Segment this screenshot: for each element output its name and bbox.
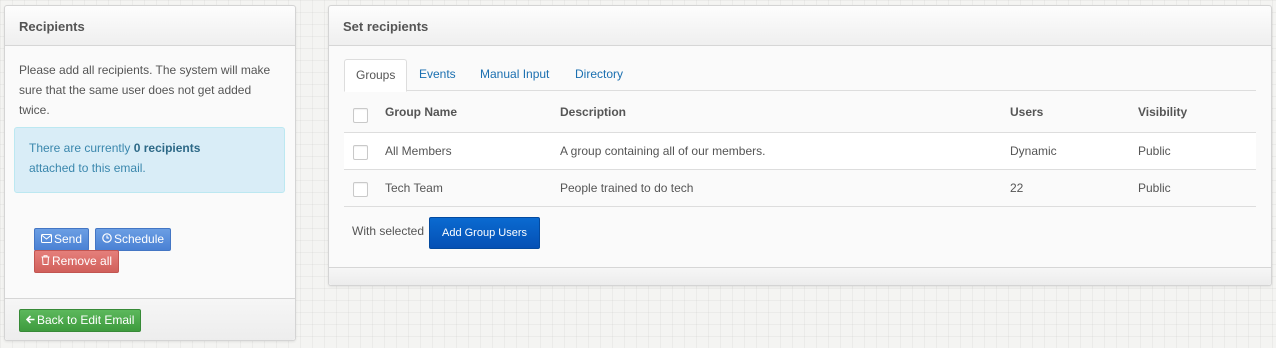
groups-table: Group Name Description Users Visibility … [344, 91, 1256, 207]
back-label: Back to Edit Email [37, 313, 135, 327]
table-row[interactable]: Tech Team People trained to do tech 22 P… [344, 170, 1256, 207]
tab-events[interactable]: Events [408, 59, 467, 91]
trash-icon [41, 253, 50, 271]
group-visibility: Public [1138, 181, 1171, 195]
clock-icon [102, 231, 112, 249]
arrow-left-icon [25, 312, 35, 330]
group-users: Dynamic [1010, 144, 1057, 158]
status-prefix: There are currently [29, 141, 134, 155]
schedule-label: Schedule [114, 232, 165, 246]
group-description: A group containing all of our members. [560, 144, 766, 158]
recipients-instructions: Please add all recipients. The system wi… [19, 63, 271, 117]
group-users: 22 [1010, 181, 1024, 195]
set-recipients-title: Set recipients [329, 6, 1271, 46]
header-visibility[interactable]: Visibility [1138, 91, 1187, 133]
send-label: Send [54, 232, 83, 246]
send-button[interactable]: Send [34, 228, 90, 251]
select-all-checkbox[interactable] [353, 108, 368, 123]
recipients-status-alert: There are currently 0 recipients attache… [14, 127, 285, 193]
table-header-row: Group Name Description Users Visibility [344, 91, 1256, 133]
remove-all-button[interactable]: Remove all [34, 250, 120, 273]
tab-directory[interactable]: Directory [564, 59, 634, 91]
set-recipients-panel: Set recipients Groups Events Manual Inpu… [328, 5, 1272, 286]
header-description[interactable]: Description [560, 91, 626, 133]
recipients-panel-footer: Back to Edit Email [5, 298, 295, 340]
remove-all-label: Remove all [52, 254, 113, 268]
status-suffix: attached to this email. [29, 161, 146, 175]
tab-groups[interactable]: Groups [344, 59, 408, 92]
row-checkbox[interactable] [353, 145, 368, 160]
envelope-icon [41, 231, 52, 249]
set-recipients-footer [329, 267, 1271, 285]
back-to-edit-email-button[interactable]: Back to Edit Email [19, 309, 142, 332]
recipient-count: 0 recipients [133, 141, 201, 155]
add-group-users-button[interactable]: Add Group Users [429, 217, 540, 249]
group-description: People trained to do tech [560, 181, 694, 195]
header-users[interactable]: Users [1010, 91, 1043, 133]
recipients-panel: Recipients Please add all recipients. Th… [4, 5, 296, 341]
group-visibility: Public [1138, 144, 1171, 158]
group-name: Tech Team [385, 181, 443, 195]
with-selected-label: With selected [352, 224, 425, 238]
tab-manual-input[interactable]: Manual Input [469, 59, 560, 91]
table-row[interactable]: All Members A group containing all of ou… [344, 133, 1256, 170]
recipient-source-tabs: Groups Events Manual Input Directory [344, 59, 1256, 92]
group-name: All Members [385, 144, 452, 158]
header-group-name[interactable]: Group Name [385, 91, 457, 133]
schedule-button[interactable]: Schedule [95, 228, 172, 251]
recipients-panel-title: Recipients [5, 6, 295, 46]
row-checkbox[interactable] [353, 182, 368, 197]
